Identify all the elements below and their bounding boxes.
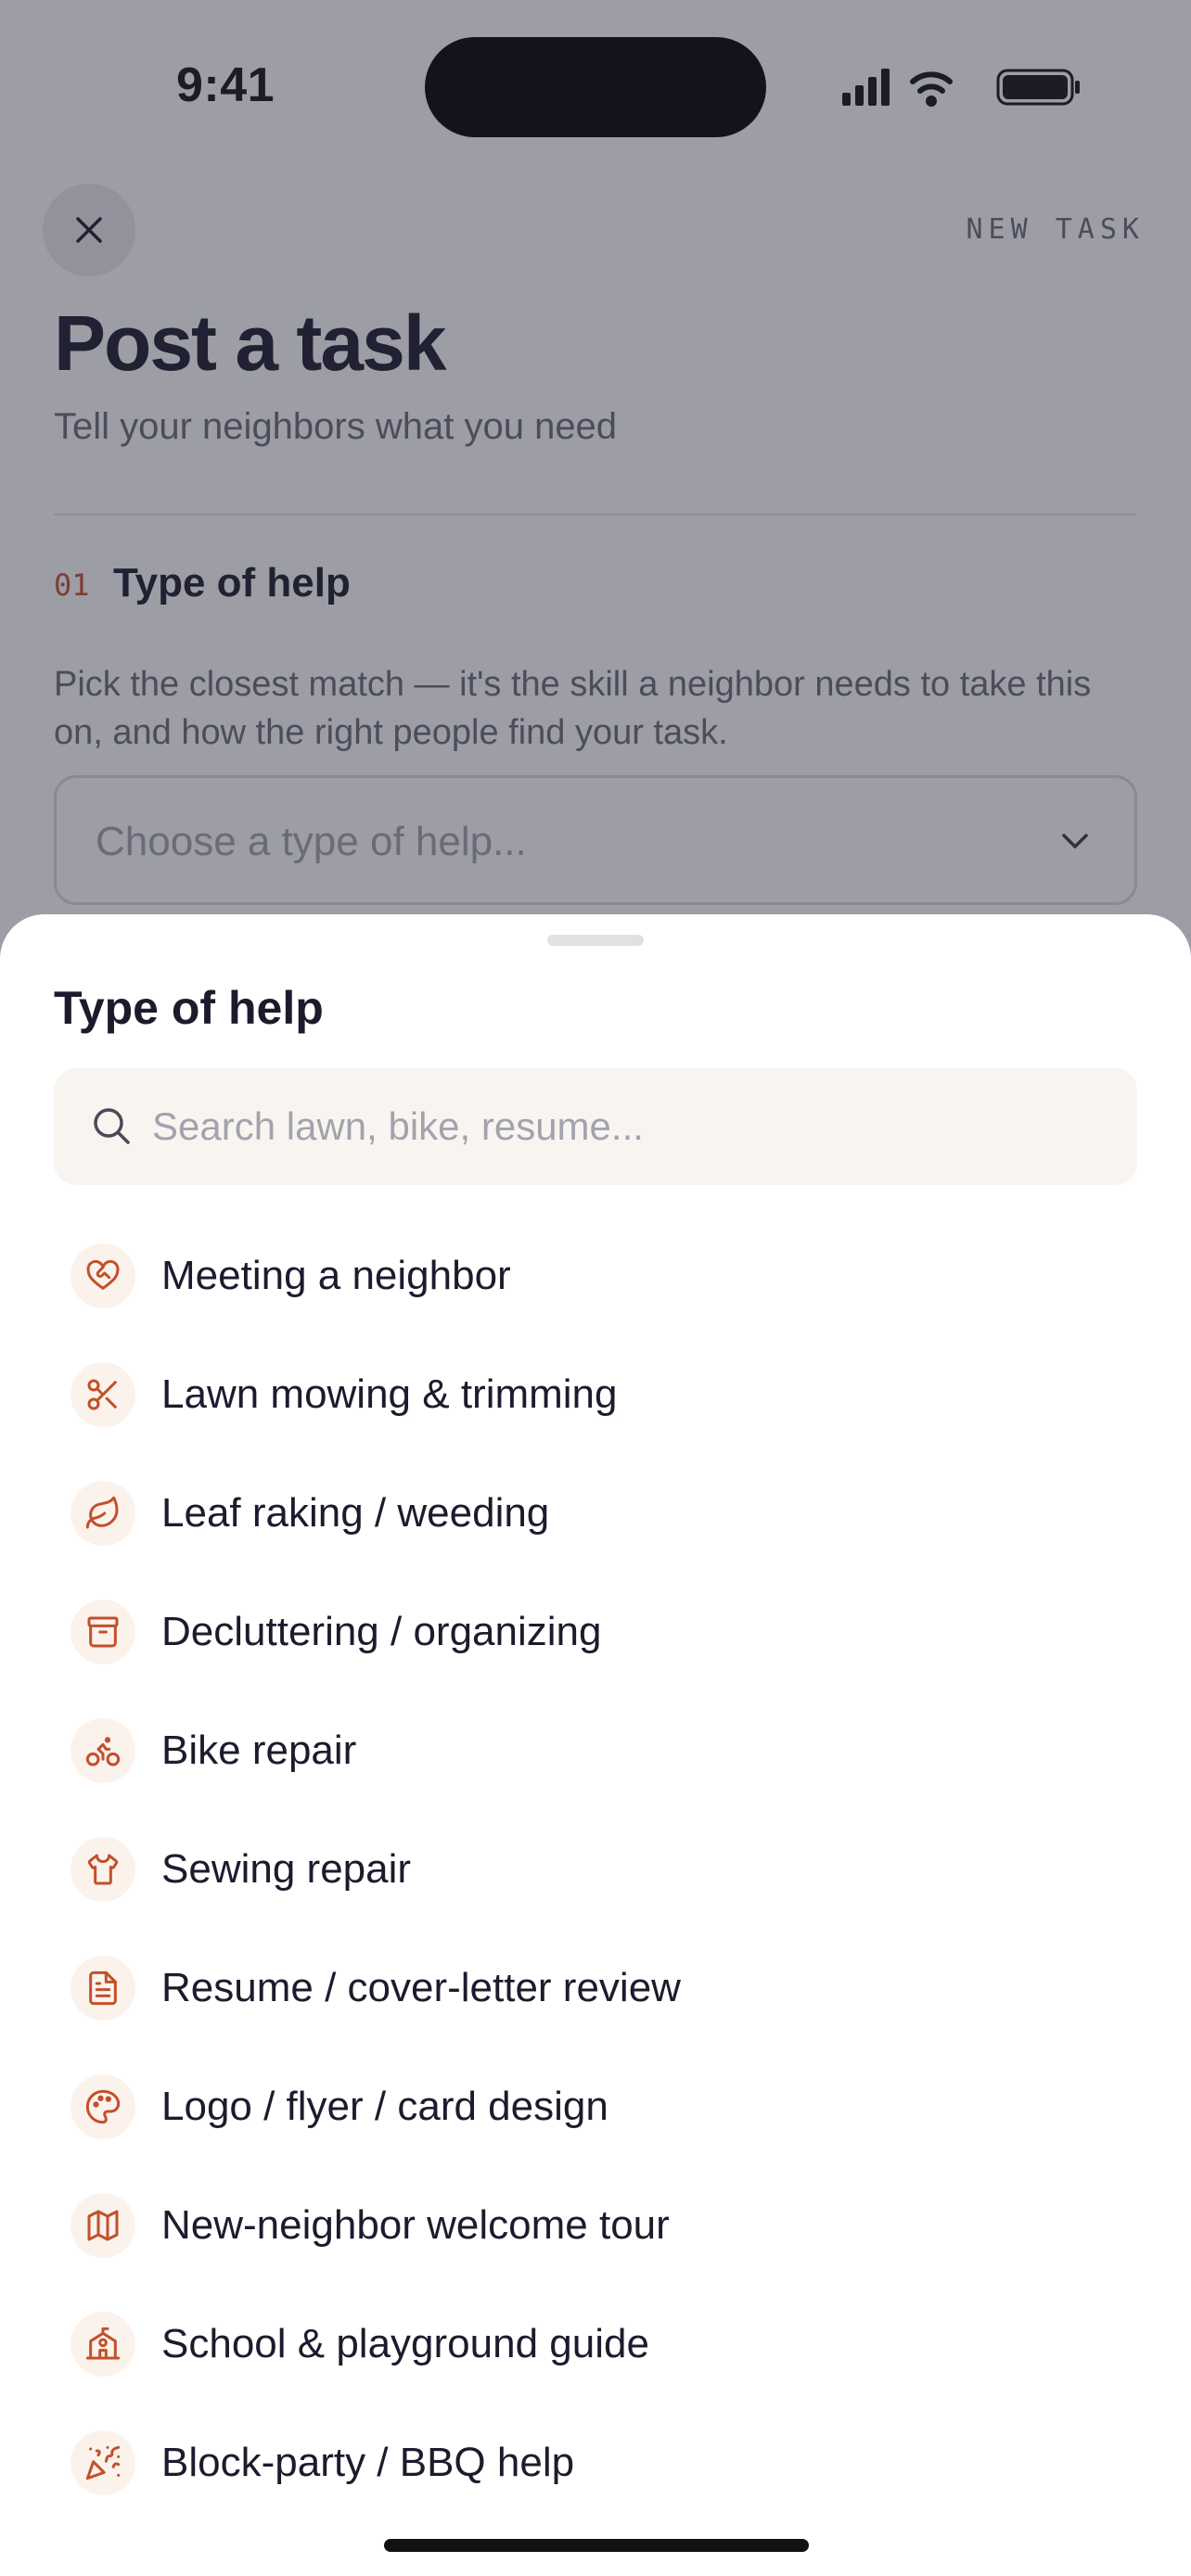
document-icon <box>70 1956 135 2021</box>
search-box <box>54 1068 1137 1185</box>
list-item-label: Leaf raking / weeding <box>161 1490 550 1536</box>
type-of-help-sheet: Type of help Meeting a neighbor <box>0 914 1191 2576</box>
palette-icon <box>70 2074 135 2139</box>
list-item[interactable]: Block-party / BBQ help <box>54 2404 1137 2522</box>
list-item-label: Resume / cover-letter review <box>161 1965 681 2010</box>
list-item[interactable]: Lawn mowing & trimming <box>54 1335 1137 1454</box>
list-item-label: Sewing repair <box>161 1846 412 1892</box>
list-item-label: Meeting a neighbor <box>161 1253 511 1298</box>
scissors-icon <box>70 1362 135 1427</box>
list-item[interactable]: Bike repair <box>54 1691 1137 1810</box>
school-icon <box>70 2312 135 2377</box>
list-item[interactable]: Logo / flyer / card design <box>54 2047 1137 2166</box>
search-input[interactable] <box>152 1068 1098 1185</box>
leaf-icon <box>70 1481 135 1546</box>
heart-handshake-icon <box>70 1243 135 1308</box>
search-icon <box>94 1108 130 1144</box>
list-item-label: Lawn mowing & trimming <box>161 1371 618 1417</box>
list-item-label: New-neighbor welcome tour <box>161 2202 670 2248</box>
sheet-title: Type of help <box>54 982 324 1034</box>
sheet-grabber[interactable] <box>547 935 644 946</box>
list-item-label: Logo / flyer / card design <box>161 2084 608 2129</box>
list-item[interactable]: School & playground guide <box>54 2285 1137 2404</box>
archive-box-icon <box>70 1600 135 1664</box>
shirt-icon <box>70 1837 135 1902</box>
list-item[interactable]: Leaf raking / weeding <box>54 1454 1137 1573</box>
list-item-label: School & playground guide <box>161 2321 649 2366</box>
map-icon <box>70 2193 135 2258</box>
list-item[interactable]: Meeting a neighbor <box>54 1217 1137 1335</box>
list-item-label: Block-party / BBQ help <box>161 2440 575 2485</box>
list-item-label: Decluttering / organizing <box>161 1609 602 1654</box>
screen: 9:41 NEW TASK Post a task Tell your neig… <box>0 0 1191 2576</box>
list-item[interactable]: Sewing repair <box>54 1810 1137 1929</box>
list-item[interactable]: New-neighbor welcome tour <box>54 2166 1137 2285</box>
bike-icon <box>70 1718 135 1783</box>
party-popper-icon <box>70 2430 135 2495</box>
list-item[interactable]: Decluttering / organizing <box>54 1573 1137 1691</box>
list-item-label: Bike repair <box>161 1728 357 1773</box>
home-indicator[interactable] <box>384 2539 809 2552</box>
list-item[interactable]: Resume / cover-letter review <box>54 1929 1137 2047</box>
